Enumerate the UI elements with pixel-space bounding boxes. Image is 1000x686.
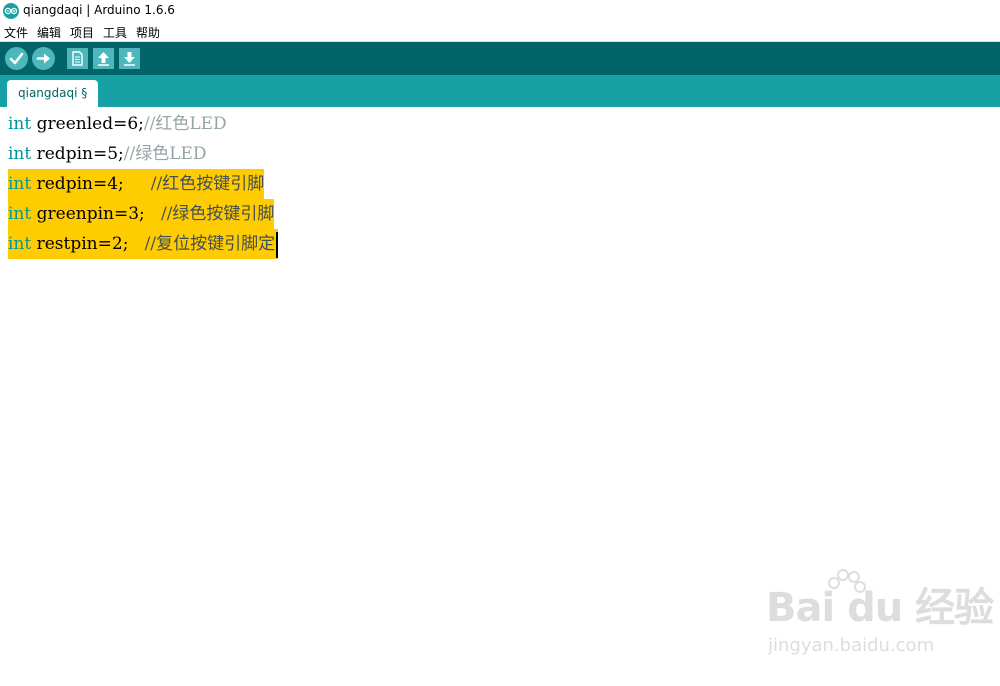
menu-sketch[interactable]: 项目 bbox=[70, 24, 94, 41]
code-comment: //红色按键引脚 bbox=[150, 174, 265, 194]
keyword-int: int bbox=[8, 174, 32, 194]
keyword-int: int bbox=[8, 234, 32, 254]
code-text: restpin=2; bbox=[31, 234, 145, 254]
title-bar: qiangdaqi | Arduino 1.6.6 bbox=[0, 0, 1000, 22]
new-file-icon bbox=[72, 51, 83, 66]
menu-help[interactable]: 帮助 bbox=[136, 24, 160, 41]
keyword-int: int bbox=[8, 204, 32, 224]
code-text: greenled=6; bbox=[31, 114, 144, 134]
arrow-down-icon bbox=[124, 52, 135, 66]
tab-label: qiangdaqi § bbox=[18, 86, 88, 100]
arrow-up-icon bbox=[98, 52, 109, 66]
baidu-watermark: Bai du 经验 jingyan.baidu.com bbox=[766, 569, 994, 665]
code-line-selected: int greenpin=3; //绿色按键引脚 bbox=[8, 199, 275, 229]
toolbar bbox=[0, 42, 1000, 75]
code-text: redpin=5; bbox=[31, 144, 124, 164]
menu-file[interactable]: 文件 bbox=[4, 24, 28, 41]
code-line-selected: int redpin=4; //红色按键引脚 bbox=[8, 169, 265, 199]
code-comment: //复位按键引脚定 bbox=[144, 234, 276, 254]
menu-edit[interactable]: 编辑 bbox=[37, 24, 61, 41]
code-line: int redpin=5;//绿色LED bbox=[8, 139, 207, 169]
code-line: int greenled=6;//红色LED bbox=[8, 109, 227, 139]
code-text: greenpin=3; bbox=[31, 204, 161, 224]
new-button[interactable] bbox=[67, 48, 88, 69]
watermark-logo: Bai du 经验 bbox=[766, 585, 994, 631]
code-text: redpin=4; bbox=[31, 174, 151, 194]
code-comment: //绿色LED bbox=[123, 144, 207, 164]
upload-button[interactable] bbox=[32, 47, 55, 70]
code-line-selected: int restpin=2; //复位按键引脚定 bbox=[8, 229, 279, 259]
verify-button[interactable] bbox=[5, 47, 28, 70]
save-button[interactable] bbox=[119, 48, 140, 69]
keyword-int: int bbox=[8, 114, 32, 134]
tab-qiangdaqi[interactable]: qiangdaqi § bbox=[7, 80, 99, 107]
arduino-logo-icon bbox=[3, 3, 19, 19]
menu-tools[interactable]: 工具 bbox=[103, 24, 127, 41]
code-comment: //绿色按键引脚 bbox=[160, 204, 275, 224]
checkmark-icon bbox=[9, 52, 24, 65]
code-comment: //红色LED bbox=[143, 114, 227, 134]
open-button[interactable] bbox=[93, 48, 114, 69]
text-caret bbox=[276, 231, 279, 258]
arrow-right-icon bbox=[36, 53, 50, 64]
tab-bar: qiangdaqi § bbox=[0, 75, 1000, 107]
keyword-int: int bbox=[8, 144, 32, 164]
window-title: qiangdaqi | Arduino 1.6.6 bbox=[23, 3, 175, 17]
watermark-url: jingyan.baidu.com bbox=[768, 635, 935, 656]
menu-bar: 文件 编辑 项目 工具 帮助 bbox=[0, 22, 1000, 42]
